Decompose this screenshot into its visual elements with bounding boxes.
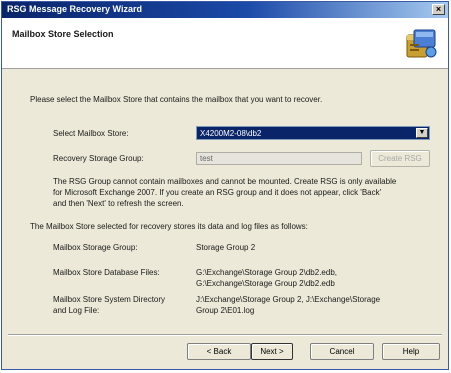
sysdir-line-2: Group 2\E01.log <box>196 306 255 315</box>
storage-group-label: Mailbox Storage Group: <box>53 243 138 252</box>
restore-intro-text: The Mailbox Store selected for recovery … <box>30 222 308 231</box>
title-bar[interactable]: RSG Message Recovery Wizard × <box>2 2 448 18</box>
back-button[interactable]: < Back <box>187 343 251 360</box>
create-rsg-button[interactable]: Create RSG <box>370 150 430 167</box>
recovery-group-value: test <box>200 154 213 163</box>
note-line-2: for Microsoft Exchange 2007. If you crea… <box>53 188 382 197</box>
note-line-1: The RSG Group cannot contain mailboxes a… <box>53 177 397 186</box>
chevron-down-icon[interactable]: ▼ <box>416 128 428 138</box>
sysdir-label-line-1: Mailbox Store System Directory <box>53 295 166 304</box>
page-title: Mailbox Store Selection <box>12 29 114 39</box>
recovery-group-label: Recovery Storage Group: <box>53 154 144 163</box>
select-store-label: Select Mailbox Store: <box>53 129 129 138</box>
window-title: RSG Message Recovery Wizard <box>7 4 142 14</box>
db-files-line-1: G:\Exchange\Storage Group 2\db2.edb, <box>196 268 337 277</box>
footer-divider <box>8 334 442 336</box>
wizard-window: RSG Message Recovery Wizard × Mailbox St… <box>1 1 449 370</box>
db-files-line-2: G:\Exchange\Storage Group 2\db2.edb <box>196 279 335 288</box>
cancel-button[interactable]: Cancel <box>310 343 374 360</box>
sysdir-label-line-2: and Log File: <box>53 306 100 315</box>
wizard-header: Mailbox Store Selection <box>2 18 448 69</box>
next-button[interactable]: Next > <box>251 343 293 360</box>
mailbox-store-select[interactable]: X4200M2-08\db2 ▼ <box>196 126 430 140</box>
recovery-group-field[interactable]: test <box>196 152 362 165</box>
intro-text: Please select the Mailbox Store that con… <box>30 95 323 104</box>
note-line-3: and then 'Next' to refresh the screen. <box>53 199 184 208</box>
db-files-label: Mailbox Store Database Files: <box>53 268 160 277</box>
mailbox-store-value: X4200M2-08\db2 <box>200 129 262 138</box>
sysdir-line-1: J:\Exchange\Storage Group 2, J:\Exchange… <box>196 295 381 304</box>
mailbox-store-icon <box>406 29 437 58</box>
close-button[interactable]: × <box>432 4 445 15</box>
storage-group-value: Storage Group 2 <box>196 243 256 252</box>
help-button[interactable]: Help <box>382 343 440 360</box>
